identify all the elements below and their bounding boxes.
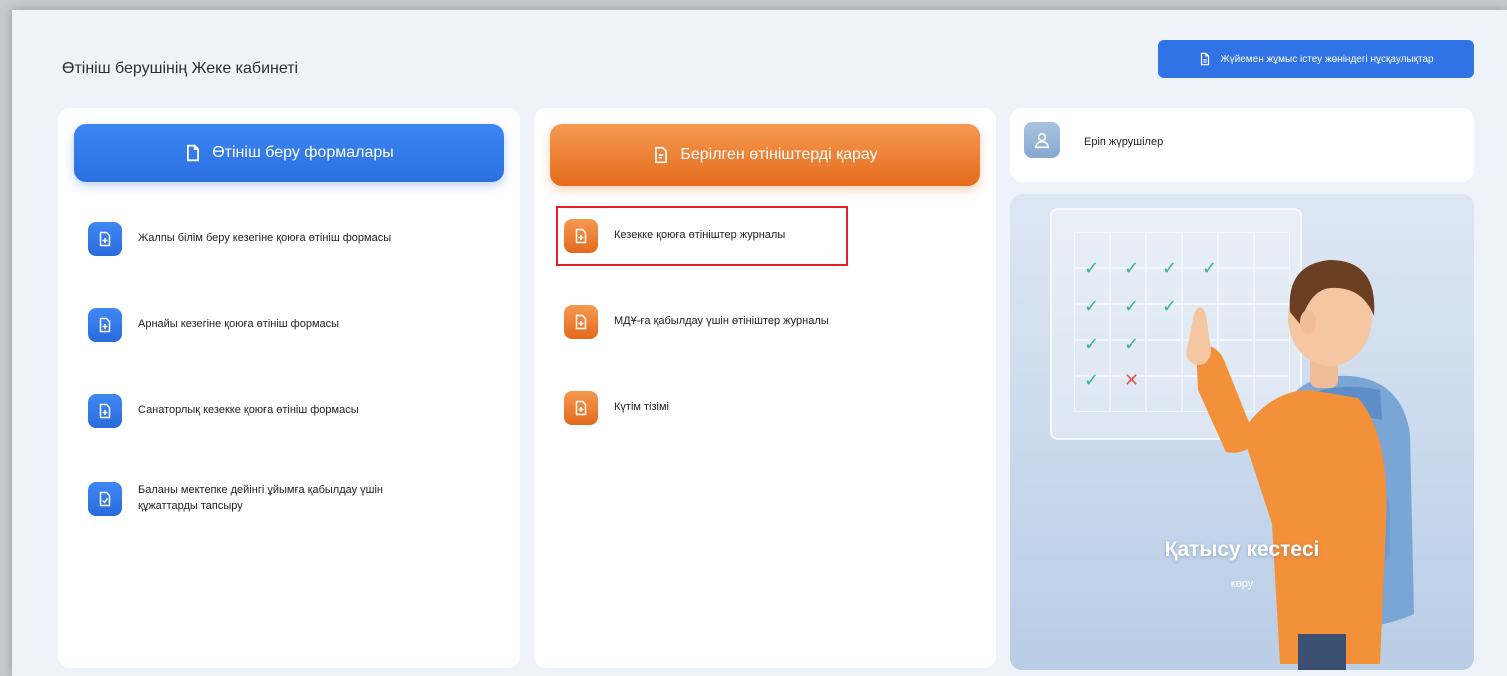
form-item-label-line: Баланы мектепке дейінгі ұйымға қабылдау … [138, 484, 384, 497]
file-plus-icon [564, 391, 598, 425]
forms-header-label: Өтініш беру формалары [212, 144, 394, 161]
document-icon [655, 146, 668, 164]
promo-title: Қатысу кестесі [1164, 538, 1320, 561]
student-illustration [1186, 260, 1414, 670]
file-plus-icon [564, 305, 598, 339]
form-item-submit-documents[interactable]: Баланы мектепке дейінгі ұйымға қабылдау … [88, 482, 383, 516]
app-window: Өтініш берушінің Жеке кабинеті Жүйемен ж… [12, 10, 1507, 676]
applications-header-label: Берілген өтініштерді қарау [680, 146, 878, 163]
promo-subtitle: көру [1230, 578, 1254, 590]
file-plus-icon [88, 308, 122, 342]
form-item-label: Жалпы білім беру кезегіне қоюға өтініш ф… [138, 232, 392, 245]
app-item-label: МДҰ-ға қабылдау үшін өтініштер журналы [614, 315, 829, 328]
page-title: Өтініш берушінің Жеке кабинеті [62, 60, 299, 77]
user-icon [1024, 122, 1060, 158]
file-plus-icon [564, 219, 598, 253]
file-plus-icon [88, 394, 122, 428]
escorts-card[interactable]: Еріп жүрушілер [1010, 108, 1474, 182]
app-item-waiting-list[interactable]: Күтім тізімі [564, 391, 669, 425]
form-item-sanatorium-queue[interactable]: Санаторлық кезекке қоюға өтініш формасы [88, 394, 359, 428]
document-icon [187, 144, 200, 162]
file-plus-icon [88, 222, 122, 256]
form-item-label: Баланы мектепке дейінгі ұйымға қабылдау … [138, 483, 383, 515]
instructions-button-label: Жүйемен жұмыс істеу жөніндегі нұсқаулықт… [1220, 53, 1434, 65]
forms-header-button[interactable]: Өтініш беру формалары [74, 124, 504, 182]
attendance-promo-card[interactable]: ✓ ✓ ✓ ✓ ✓ ✓ ✓ ✓ ✓ ✓ ✕ Қатысу кестесі көр… [1010, 194, 1474, 670]
file-check-icon [88, 482, 122, 516]
form-item-label: Санаторлық кезекке қоюға өтініш формасы [138, 404, 359, 417]
form-item-special-queue[interactable]: Арнайы кезегіне қоюға өтініш формасы [88, 308, 339, 342]
forms-panel: Өтініш беру формалары Жалпы білім беру к… [58, 108, 520, 668]
applications-header-button[interactable]: Берілген өтініштерді қарау [550, 124, 980, 186]
applications-panel: Берілген өтініштерді қарау Кезекке қоюға… [534, 108, 996, 668]
app-item-label: Күтім тізімі [614, 401, 669, 414]
escorts-label: Еріп жүрушілер [1084, 136, 1164, 148]
app-item-queue-journal[interactable]: Кезекке қоюға өтініштер журналы [564, 219, 785, 253]
app-item-label: Кезекке қоюға өтініштер журналы [614, 229, 786, 242]
form-item-label: Арнайы кезегіне қоюға өтініш формасы [138, 318, 340, 331]
form-item-general-queue[interactable]: Жалпы білім беру кезегіне қоюға өтініш ф… [88, 222, 391, 256]
app-item-admission-journal[interactable]: МДҰ-ға қабылдау үшін өтініштер журналы [564, 305, 829, 339]
instructions-button[interactable]: Жүйемен жұмыс істеу жөніндегі нұсқаулықт… [1158, 40, 1474, 78]
form-item-label-line: құжаттарды тапсыру [138, 500, 243, 512]
document-icon [1201, 52, 1210, 66]
